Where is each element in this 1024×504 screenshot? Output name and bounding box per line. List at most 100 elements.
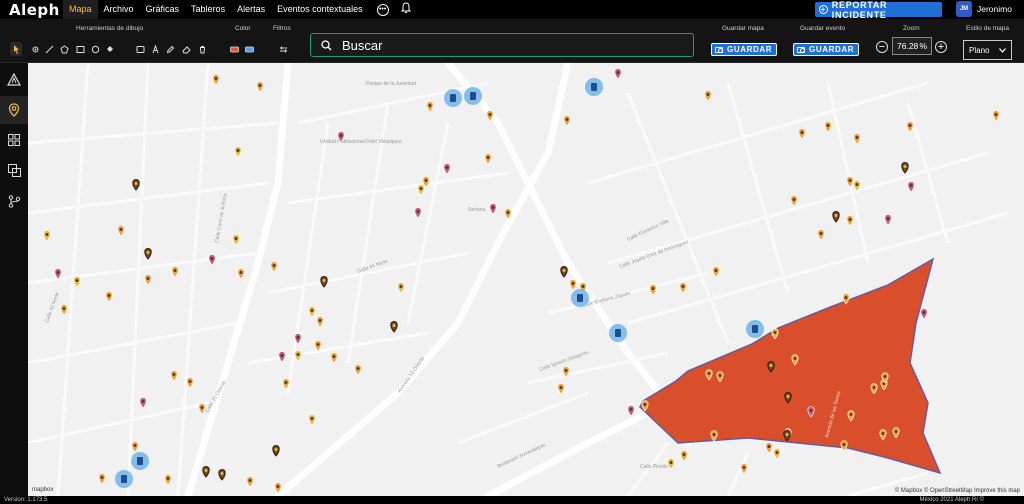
incident-marker-yellow[interactable] [294,350,302,362]
incident-marker-orange[interactable] [98,473,106,485]
incident-marker-pink[interactable] [907,181,915,193]
incident-marker-orange[interactable] [557,383,565,395]
report-incident-button[interactable]: + REPORTAR INCIDENTE [815,0,942,20]
nav-tab-graficas[interactable]: Gráficas [140,0,186,19]
zoom-out-icon[interactable]: − [876,41,888,53]
incident-marker-pink[interactable] [489,203,497,215]
ellipsis-icon[interactable]: ••• [376,3,389,16]
incident-marker-orange[interactable] [314,340,322,352]
incident-marker-dark[interactable] [320,275,328,288]
incident-marker-orange[interactable] [426,101,434,113]
incident-marker-orange[interactable] [740,463,748,475]
incident-marker-orange[interactable] [679,282,687,294]
incident-marker-dark[interactable] [390,320,398,333]
incident-marker-dark[interactable] [132,178,140,191]
incident-marker-pink[interactable] [139,397,147,409]
incident-marker-orange[interactable] [712,266,720,278]
user-menu[interactable]: JM Jeronimo [956,1,1012,17]
incident-marker-orange[interactable] [330,352,338,364]
incident-marker-orange[interactable] [846,215,854,227]
incident-marker-dark[interactable] [202,465,210,478]
incident-marker-dark[interactable] [901,161,909,174]
incident-marker-pink[interactable] [208,254,216,266]
nav-tab-alertas[interactable]: Alertas [231,0,271,19]
gas-station-icon[interactable] [746,320,764,338]
map-pin-icon[interactable] [0,96,28,124]
incident-marker-orange[interactable] [256,81,264,93]
incident-marker-orange[interactable] [704,90,712,102]
save-map-button[interactable]: GUARDAR [711,43,778,56]
gas-station-icon[interactable] [571,289,589,307]
incident-marker-pink[interactable] [614,68,622,80]
nav-tab-archivo[interactable]: Archivo [98,0,140,19]
incident-marker-pink[interactable] [414,207,422,219]
map-attribution[interactable]: © Mapbox © OpenStreetMap Improve this ma… [895,488,1020,494]
incident-marker-orange[interactable] [765,442,773,454]
search-input[interactable]: Buscar [342,38,382,53]
incident-marker-yellow[interactable] [417,184,425,196]
eraser-tool-icon[interactable] [182,45,191,54]
incident-marker-orange[interactable] [563,115,571,127]
incident-marker-yellow[interactable] [73,276,81,288]
incident-marker-yellow[interactable] [308,306,316,318]
save-event-button[interactable]: GUARDAR [793,43,860,56]
incident-marker-dark[interactable] [560,265,568,278]
rectangle-tool-icon[interactable] [76,45,85,54]
map-style-select[interactable]: Plano [963,40,1012,60]
gas-station-icon[interactable] [609,324,627,342]
gas-station-icon[interactable] [131,452,149,470]
map-canvas[interactable]: Avenida 18 Oriente Boulevard Xonacatepec… [28,63,1024,496]
incident-marker-orange[interactable] [164,474,172,486]
incident-marker-orange[interactable] [824,121,832,133]
incident-marker-orange[interactable] [212,74,220,86]
incident-marker-pink[interactable] [443,163,451,175]
layers-icon[interactable] [0,156,28,184]
incident-marker-yellow[interactable] [773,448,781,460]
incident-marker-orange[interactable] [649,284,657,296]
incident-marker-orange[interactable] [992,110,1000,122]
incident-marker-orange[interactable] [170,370,178,382]
stroke-color-icon[interactable] [230,45,239,54]
incident-marker-yellow[interactable] [234,146,242,158]
incident-marker-orange[interactable] [270,261,278,273]
incident-marker-orange[interactable] [60,304,68,316]
incident-marker-pink[interactable] [627,405,635,417]
gas-station-icon[interactable] [115,470,133,488]
incident-marker-orange[interactable] [316,316,324,328]
incident-marker-orange[interactable] [906,121,914,133]
alert-triangle-icon[interactable] [0,65,28,93]
pencil-tool-icon[interactable] [166,45,175,54]
label-tool-icon[interactable] [136,45,145,54]
incident-marker-orange[interactable] [817,229,825,241]
incident-marker-orange[interactable] [680,450,688,462]
incident-marker-orange[interactable] [840,440,848,452]
pointer-tool[interactable] [10,42,22,56]
incident-marker-dark[interactable] [218,468,226,481]
circle-tool-icon[interactable] [91,45,100,54]
text-tool-icon[interactable] [151,45,160,54]
incident-marker-orange[interactable] [569,279,577,291]
nav-tab-mapa[interactable]: Mapa [63,0,98,19]
incident-marker-yellow[interactable] [43,230,51,242]
incident-marker-orange[interactable] [171,266,179,278]
filter-icon[interactable] [279,45,288,54]
incident-marker-orange[interactable] [246,476,254,488]
polygon-tool-icon[interactable] [60,45,69,54]
nav-tab-tableros[interactable]: Tableros [185,0,231,19]
zoom-input[interactable]: 76.28 % [892,37,932,55]
incident-marker-orange[interactable] [144,274,152,286]
incident-marker-orange[interactable] [853,133,861,145]
incident-marker-yellow[interactable] [232,234,240,246]
incident-marker-pink[interactable] [920,308,928,320]
incident-marker-yellow[interactable] [308,414,316,426]
incident-marker-pink[interactable] [884,214,892,226]
incident-marker-dark[interactable] [832,210,840,223]
incident-marker-yellow[interactable] [397,282,405,294]
bell-icon[interactable] [400,1,411,19]
marker-tool-icon[interactable] [31,45,40,54]
incident-marker-pink[interactable] [278,351,286,363]
incident-marker-orange[interactable] [186,377,194,389]
aleph-logo[interactable]: Aleph [0,1,63,19]
gas-station-icon[interactable] [585,78,603,96]
search-bar[interactable]: Buscar [310,33,694,57]
